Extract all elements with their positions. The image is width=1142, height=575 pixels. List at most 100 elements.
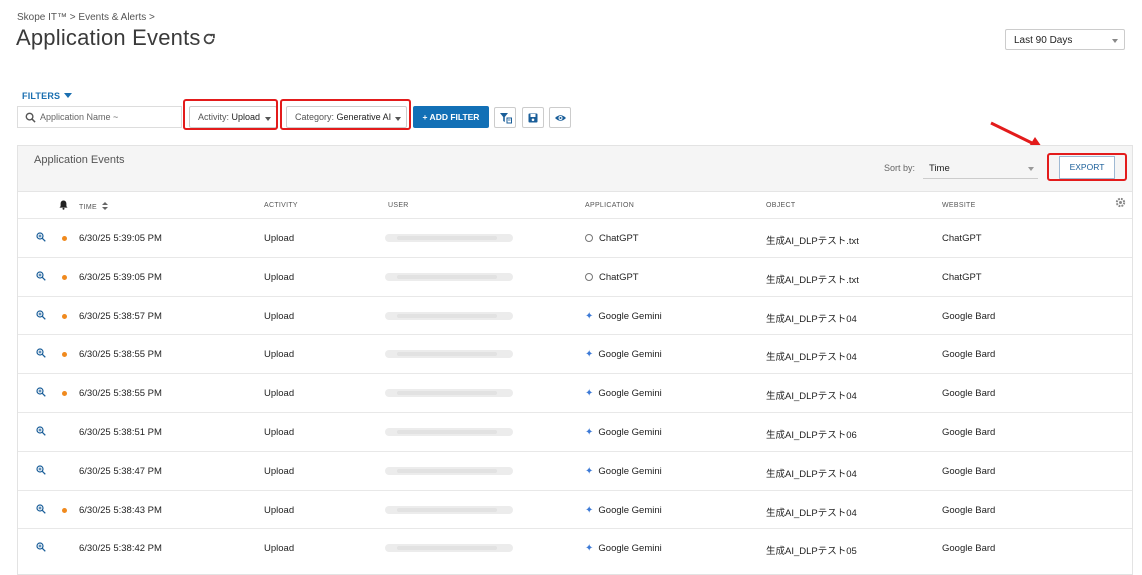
cell-application: ✦ Google Gemini <box>585 543 662 554</box>
cell-time: 6/30/25 5:39:05 PM <box>79 271 162 283</box>
triangle-down-icon <box>64 93 73 98</box>
gemini-icon: ✦ <box>585 427 594 438</box>
column-header-time-label: TIME <box>79 204 97 211</box>
zoom-in-icon[interactable] <box>36 232 46 242</box>
cell-activity: Upload <box>264 504 295 516</box>
cell-object: 生成AI_DLPテスト.txt <box>766 236 859 247</box>
table-row[interactable]: 6/30/25 5:38:43 PM Upload ✦ Google Gemini 生成… <box>18 489 1132 529</box>
gemini-icon: ✦ <box>585 465 594 477</box>
cell-website: Google Bard <box>942 465 996 477</box>
cell-user-redacted <box>385 272 513 281</box>
cell-application-label: Google Gemini <box>598 465 662 477</box>
alert-dot-icon <box>62 352 67 358</box>
save-filter-button[interactable] <box>522 107 544 128</box>
cell-website: Google Bard <box>942 310 996 322</box>
chatgpt-icon <box>585 234 593 242</box>
zoom-in-icon[interactable] <box>36 348 46 359</box>
alert-dot-icon <box>62 313 67 319</box>
table-row[interactable]: 6/30/25 5:38:42 PM Upload ✦ Google Gemini 生成… <box>18 528 1132 567</box>
view-filter-button[interactable] <box>549 107 571 128</box>
highlight-box-category <box>280 99 411 130</box>
column-header-application[interactable]: APPLICATION <box>585 202 634 209</box>
alert-dot-icon <box>62 274 67 280</box>
cell-application-label: ChatGPT <box>599 271 639 283</box>
add-filter-button[interactable]: + ADD FILTER <box>413 106 489 128</box>
alert-dot-icon <box>62 236 67 241</box>
column-header-object[interactable]: OBJECT <box>766 202 795 209</box>
cell-website: Google Bard <box>942 388 996 400</box>
zoom-in-icon[interactable] <box>36 426 46 436</box>
table-row[interactable]: 6/30/25 5:39:05 PM Upload ChatGPT 生成AI_DLPテ… <box>18 218 1132 257</box>
column-header-website[interactable]: WEBSITE <box>942 202 976 209</box>
cell-application-label: Google Gemini <box>598 427 662 438</box>
table-row[interactable]: 6/30/25 5:39:05 PM Upload ChatGPT 生成AI_DLPテ… <box>18 256 1132 296</box>
date-range-value: Last 90 Days <box>1014 35 1073 46</box>
cell-time: 6/30/25 5:38:47 PM <box>79 465 162 477</box>
cell-website: ChatGPT <box>942 233 982 244</box>
cell-application: ChatGPT <box>585 233 639 244</box>
breadcrumb[interactable]: Skope IT™ > Events & Alerts > <box>17 12 155 23</box>
cell-application-label: ChatGPT <box>599 233 639 244</box>
eye-icon <box>555 115 566 121</box>
table-row[interactable]: 6/30/25 5:38:51 PM Upload ✦ Google Gemini 生成… <box>18 412 1132 451</box>
search-placeholder: Application Name ~ <box>40 112 119 122</box>
chevron-down-icon <box>1112 39 1118 43</box>
zoom-in-icon[interactable] <box>36 542 46 553</box>
zoom-in-icon[interactable] <box>36 309 46 320</box>
gemini-icon: ✦ <box>585 543 594 555</box>
cell-object: 生成AI_DLPテスト04 <box>766 352 857 364</box>
cell-object: 生成AI_DLPテスト04 <box>766 313 857 325</box>
application-name-filter-input[interactable]: Application Name ~ <box>17 106 182 128</box>
chevron-down-icon <box>1028 167 1034 171</box>
cell-application-label: Google Gemini <box>598 504 662 516</box>
save-icon <box>528 113 538 123</box>
cell-application-label: Google Gemini <box>598 543 662 555</box>
cell-user-redacted <box>385 389 513 398</box>
column-header-activity[interactable]: ACTIVITY <box>264 202 298 209</box>
cell-object: 生成AI_DLPテスト05 <box>766 546 857 558</box>
cell-application: ChatGPT <box>585 272 639 283</box>
refresh-icon[interactable] <box>202 32 216 46</box>
cell-user-redacted <box>385 466 513 475</box>
sort-value: Time <box>929 163 950 174</box>
table-row[interactable]: 6/30/25 5:38:55 PM Upload ✦ Google Gemini 生成… <box>18 373 1132 412</box>
cell-time: 6/30/25 5:38:55 PM <box>79 388 162 400</box>
search-icon <box>25 112 36 123</box>
column-header-user[interactable]: USER <box>388 202 409 209</box>
cell-application-label: Google Gemini <box>598 349 662 361</box>
cell-website: Google Bard <box>942 349 996 361</box>
cell-user-redacted <box>385 350 513 359</box>
cell-time: 6/30/25 5:38:55 PM <box>79 349 162 361</box>
cell-activity: Upload <box>264 349 295 361</box>
zoom-in-icon[interactable] <box>36 271 46 281</box>
gemini-icon: ✦ <box>585 388 594 400</box>
panel-title: Application Events <box>34 154 125 166</box>
cell-application: ✦ Google Gemini <box>585 349 662 360</box>
filter-settings-button[interactable] <box>494 107 516 128</box>
zoom-in-icon[interactable] <box>36 503 46 514</box>
table-row[interactable]: 6/30/25 5:38:47 PM Upload ✦ Google Gemini 生成… <box>18 450 1132 490</box>
zoom-in-icon[interactable] <box>36 387 46 397</box>
cell-time: 6/30/25 5:38:43 PM <box>79 504 162 516</box>
gemini-icon: ✦ <box>585 349 594 361</box>
cell-activity: Upload <box>264 388 295 400</box>
column-header-time[interactable]: TIME <box>79 202 109 211</box>
sort-select[interactable]: Time <box>923 156 1038 179</box>
filters-toggle[interactable]: FILTERS <box>22 91 73 101</box>
zoom-in-icon[interactable] <box>36 465 46 475</box>
cell-user-redacted <box>385 311 513 320</box>
cell-activity: Upload <box>264 465 295 477</box>
chatgpt-icon <box>585 272 593 281</box>
gear-icon[interactable] <box>1115 197 1126 208</box>
date-range-select[interactable]: Last 90 Days <box>1005 29 1125 50</box>
table-row[interactable]: 6/30/25 5:38:57 PM Upload ✦ Google Gemini 生成… <box>18 295 1132 335</box>
application-events-panel: Application Events Sort by: Time EXPORT … <box>17 145 1133 575</box>
cell-activity: Upload <box>264 233 295 244</box>
bell-icon[interactable] <box>59 200 68 210</box>
table-row[interactable]: 6/30/25 5:38:55 PM Upload ✦ Google Gemini 生成… <box>18 334 1132 373</box>
cell-website: Google Bard <box>942 543 996 555</box>
panel-header: Application Events Sort by: Time EXPORT <box>18 146 1132 192</box>
cell-application: ✦ Google Gemini <box>585 427 662 438</box>
highlight-box-activity <box>183 99 278 130</box>
cell-activity: Upload <box>264 543 295 555</box>
